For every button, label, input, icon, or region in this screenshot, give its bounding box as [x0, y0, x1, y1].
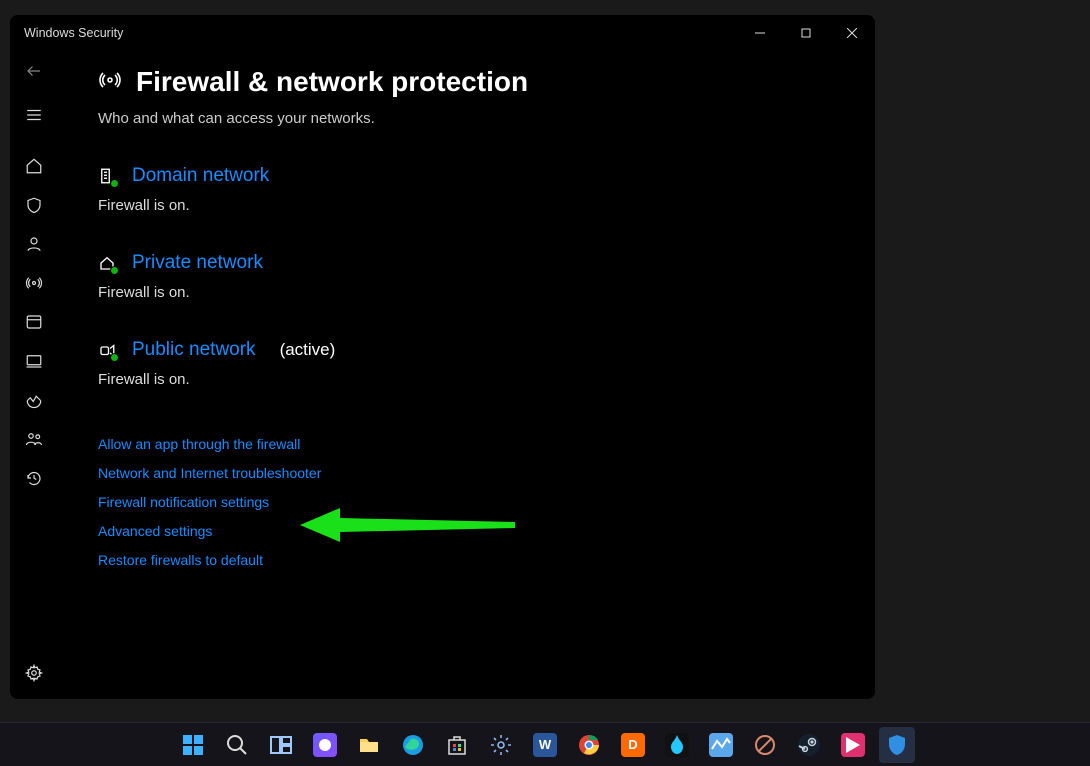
file-explorer-icon[interactable]: [351, 727, 387, 763]
word-icon[interactable]: W: [527, 727, 563, 763]
firewall-icon[interactable]: [24, 273, 44, 293]
page-title: Firewall & network protection: [136, 66, 528, 98]
public-network-section: Public network (active) Firewall is on.: [98, 339, 875, 388]
performance-icon[interactable]: [24, 390, 44, 410]
back-icon[interactable]: [24, 61, 44, 81]
content-area: Firewall & network protection Who and wh…: [58, 51, 875, 699]
private-network-section: Private network Firewall is on.: [98, 252, 875, 301]
app-browser-icon[interactable]: [24, 312, 44, 332]
sidebar: [10, 51, 58, 699]
public-network-status: Firewall is on.: [98, 371, 875, 388]
status-ok-icon: [110, 266, 119, 275]
maximize-button[interactable]: [783, 15, 829, 51]
domain-network-section: Domain network Firewall is on.: [98, 165, 875, 214]
status-ok-icon: [110, 179, 119, 188]
chrome-icon[interactable]: [571, 727, 607, 763]
public-network-active: (active): [280, 340, 336, 360]
windows-security-taskbar-icon[interactable]: [879, 727, 915, 763]
domain-network-status: Firewall is on.: [98, 197, 875, 214]
hamburger-icon[interactable]: [24, 105, 44, 125]
notifications-link[interactable]: Firewall notification settings: [98, 494, 875, 510]
private-network-link[interactable]: Private network: [132, 252, 263, 274]
taskbar-chat-icon[interactable]: [307, 727, 343, 763]
page-subtitle: Who and what can access your networks.: [98, 110, 875, 127]
start-button[interactable]: [175, 727, 211, 763]
task-view-button[interactable]: [263, 727, 299, 763]
taskbar-app-monitor-icon[interactable]: [703, 727, 739, 763]
close-button[interactable]: [829, 15, 875, 51]
settings-icon[interactable]: [24, 663, 44, 683]
microsoft-store-icon[interactable]: [439, 727, 475, 763]
taskbar: W D: [0, 722, 1090, 766]
edge-icon[interactable]: [395, 727, 431, 763]
windows-settings-icon[interactable]: [483, 727, 519, 763]
taskbar-app-disabled-icon[interactable]: [747, 727, 783, 763]
troubleshooter-link[interactable]: Network and Internet troubleshooter: [98, 465, 875, 481]
taskbar-app-orange-icon[interactable]: D: [615, 727, 651, 763]
advanced-link[interactable]: Advanced settings: [98, 523, 875, 539]
home-icon[interactable]: [24, 156, 44, 176]
window-title: Windows Security: [24, 26, 123, 40]
titlebar: Windows Security: [10, 15, 875, 51]
device-icon[interactable]: [24, 351, 44, 371]
windows-security-window: Windows Security: [10, 15, 875, 699]
family-icon[interactable]: [24, 429, 44, 449]
history-icon[interactable]: [24, 468, 44, 488]
shield-icon[interactable]: [24, 195, 44, 215]
taskbar-app-pink-icon[interactable]: [835, 727, 871, 763]
restore-link[interactable]: Restore firewalls to default: [98, 552, 875, 568]
steam-icon[interactable]: [791, 727, 827, 763]
public-network-link[interactable]: Public network: [132, 339, 256, 361]
public-network-icon: [98, 341, 116, 359]
firewall-header-icon: [98, 68, 122, 97]
private-network-icon: [98, 254, 116, 272]
private-network-status: Firewall is on.: [98, 284, 875, 301]
account-icon[interactable]: [24, 234, 44, 254]
domain-network-icon: [98, 167, 116, 185]
status-ok-icon: [110, 353, 119, 362]
taskbar-app-flame-icon[interactable]: [659, 727, 695, 763]
minimize-button[interactable]: [737, 15, 783, 51]
search-button[interactable]: [219, 727, 255, 763]
allow-app-link[interactable]: Allow an app through the firewall: [98, 436, 875, 452]
domain-network-link[interactable]: Domain network: [132, 165, 269, 187]
